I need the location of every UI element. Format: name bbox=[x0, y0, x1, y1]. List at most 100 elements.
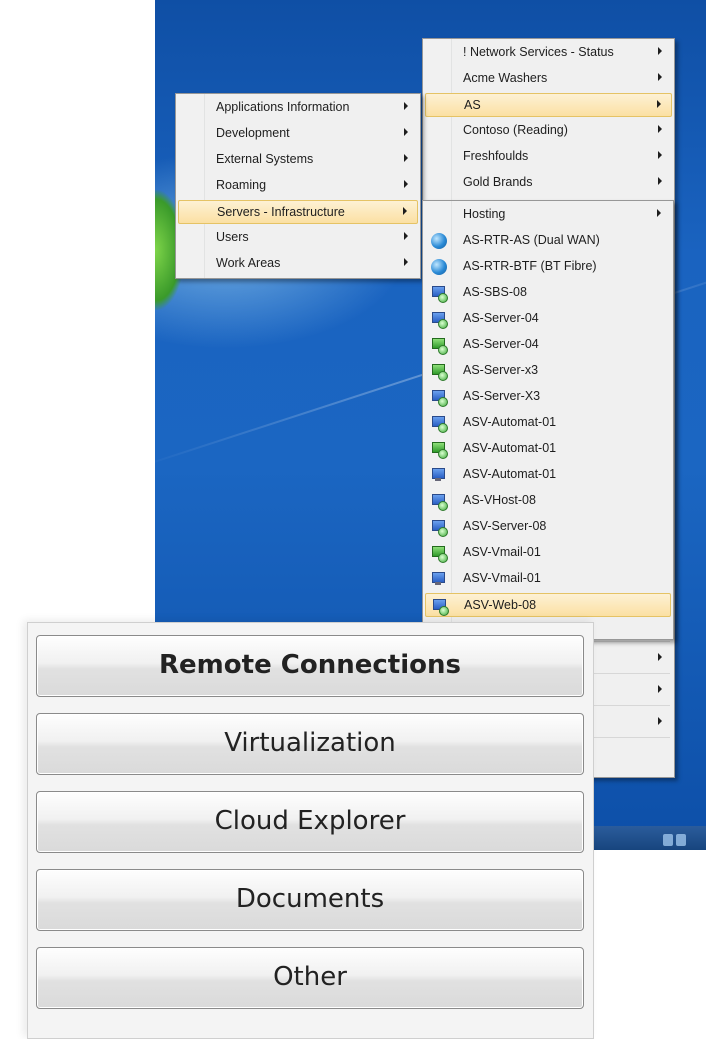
vm-console-icon bbox=[431, 441, 448, 459]
menu-item[interactable]: ASV-Automat-01 bbox=[425, 437, 671, 461]
menu-item[interactable]: ASV-Automat-01 bbox=[425, 463, 671, 487]
connection-badge bbox=[438, 371, 448, 381]
menu-item-label: AS-SBS-08 bbox=[463, 285, 527, 299]
menu-item-label: ASV-Server-08 bbox=[463, 519, 547, 533]
remote-desktop-icon bbox=[431, 519, 448, 537]
menu-item[interactable]: AS-RTR-AS (Dual WAN) bbox=[425, 229, 671, 253]
submenu-arrow-icon bbox=[658, 717, 662, 725]
menu-item-label: Roaming bbox=[216, 178, 267, 192]
menu-item-label: AS-Server-04 bbox=[463, 337, 539, 351]
remote-desktop-icon bbox=[431, 389, 448, 407]
category-button[interactable]: Other bbox=[36, 947, 584, 1009]
menu-item[interactable]: AS-Server-04 bbox=[425, 333, 671, 357]
submenu-arrow-icon bbox=[404, 258, 408, 266]
connection-badge bbox=[438, 423, 448, 433]
menu-item-label: ASV-Web-08 bbox=[464, 598, 537, 612]
menu-item-label: AS-Server-X3 bbox=[463, 389, 541, 403]
menu-item-label: Contoso (Reading) bbox=[463, 123, 568, 137]
submenu-arrow-icon bbox=[404, 128, 408, 136]
menu-item-label: Work Areas bbox=[216, 256, 281, 270]
menu-item[interactable]: ASV-Server-08 bbox=[425, 515, 671, 539]
globe-icon bbox=[431, 259, 447, 275]
menu-item[interactable]: External Systems bbox=[178, 148, 418, 172]
menu-item-label: ASV-Automat-01 bbox=[463, 441, 557, 455]
menu-item[interactable]: Work Areas bbox=[178, 252, 418, 276]
menu-item[interactable]: AS-SBS-08 bbox=[425, 281, 671, 305]
category-button[interactable]: Remote Connections bbox=[36, 635, 584, 697]
connection-badge bbox=[438, 527, 448, 537]
main-menu: Applications Information Development Exter… bbox=[175, 93, 421, 279]
menu-item-label: ASV-Automat-01 bbox=[463, 415, 557, 429]
category-button-label: Cloud Explorer bbox=[214, 806, 406, 836]
menu-item[interactable]: ASV-Web-08 bbox=[425, 593, 671, 617]
monitor-stand bbox=[435, 582, 441, 585]
menu-item[interactable]: ASV-Vmail-01 bbox=[425, 567, 671, 591]
submenu-arrow-icon bbox=[404, 232, 408, 240]
network-computer-icon bbox=[431, 571, 447, 587]
menu-item-label: AS-Server-04 bbox=[463, 311, 539, 325]
category-button-label: Documents bbox=[235, 884, 385, 914]
system-tray[interactable] bbox=[660, 831, 700, 846]
submenu-arrow-icon bbox=[658, 47, 662, 55]
menu-item-label: AS-RTR-BTF (BT Fibre) bbox=[463, 259, 597, 273]
monitor-stand bbox=[435, 478, 441, 481]
connection-badge bbox=[438, 553, 448, 563]
menu-item[interactable]: Hosting bbox=[425, 203, 671, 227]
menu-item[interactable]: AS-VHost-08 bbox=[425, 489, 671, 513]
vm-console-icon bbox=[431, 363, 448, 381]
menu-item[interactable]: AS-RTR-BTF (BT Fibre) bbox=[425, 255, 671, 279]
connection-badge bbox=[438, 319, 448, 329]
vm-console-icon bbox=[431, 337, 448, 355]
menu-item[interactable]: AS bbox=[425, 93, 672, 117]
connection-badge bbox=[438, 293, 448, 303]
as-submenu: Hosting AS-RTR-AS (Dual WAN) AS-RTR-BTF (B… bbox=[422, 200, 674, 640]
tray-network-icon[interactable] bbox=[663, 834, 673, 846]
category-button-label: Remote Connections bbox=[159, 650, 461, 680]
menu-item-label: Freshfoulds bbox=[463, 149, 529, 163]
submenu-arrow-icon bbox=[658, 685, 662, 693]
menu-item[interactable]: Roaming bbox=[178, 174, 418, 198]
menu-item[interactable]: AS-Server-04 bbox=[425, 307, 671, 331]
connection-badge bbox=[438, 501, 448, 511]
menu-item[interactable]: Gold Brands bbox=[425, 171, 672, 195]
category-button[interactable]: Virtualization bbox=[36, 713, 584, 775]
remote-desktop-icon bbox=[431, 415, 448, 433]
menu-item-label: AS-RTR-AS (Dual WAN) bbox=[463, 233, 600, 247]
menu-item-label: Hosting bbox=[463, 207, 506, 221]
menu-item-label: ASV-Vmail-01 bbox=[463, 545, 541, 559]
remote-desktop-icon bbox=[431, 493, 448, 511]
menu-item[interactable]: Freshfoulds bbox=[425, 145, 672, 169]
menu-item[interactable]: AS-Server-x3 bbox=[425, 359, 671, 383]
menu-item[interactable]: Users bbox=[178, 226, 418, 250]
submenu-arrow-icon bbox=[404, 180, 408, 188]
menu-item-label: Servers - Infrastructure bbox=[217, 205, 345, 219]
submenu-arrow-icon bbox=[657, 100, 661, 108]
menu-item-label: ! Network Services - Status bbox=[463, 45, 614, 59]
menu-item-label: AS-Server-x3 bbox=[463, 363, 539, 377]
tray-volume-icon[interactable] bbox=[676, 834, 686, 846]
category-button[interactable]: Cloud Explorer bbox=[36, 791, 584, 853]
menu-item[interactable]: Acme Washers bbox=[425, 67, 672, 91]
connection-badge bbox=[439, 606, 449, 616]
submenu-arrow-icon bbox=[404, 154, 408, 162]
menu-item[interactable]: Contoso (Reading) bbox=[425, 119, 672, 143]
remote-desktop-icon bbox=[432, 598, 449, 616]
connection-badge bbox=[438, 397, 448, 407]
menu-item[interactable]: AS-Server-X3 bbox=[425, 385, 671, 409]
connection-badge bbox=[438, 345, 448, 355]
remote-desktop-icon bbox=[431, 311, 448, 329]
submenu-arrow-icon bbox=[658, 73, 662, 81]
menu-item-label: Users bbox=[216, 230, 249, 244]
connection-badge bbox=[438, 449, 448, 459]
submenu-arrow-icon bbox=[658, 177, 662, 185]
menu-item[interactable]: ! Network Services - Status bbox=[425, 41, 672, 65]
menu-item[interactable]: ASV-Automat-01 bbox=[425, 411, 671, 435]
menu-item[interactable]: ASV-Vmail-01 bbox=[425, 541, 671, 565]
menu-item-label: Development bbox=[216, 126, 290, 140]
menu-item[interactable]: Applications Information bbox=[178, 96, 418, 120]
menu-item[interactable]: Development bbox=[178, 122, 418, 146]
menu-item[interactable]: Servers - Infrastructure bbox=[178, 200, 418, 224]
menu-item-label: AS-VHost-08 bbox=[463, 493, 536, 507]
globe-icon bbox=[431, 233, 447, 249]
category-button[interactable]: Documents bbox=[36, 869, 584, 931]
